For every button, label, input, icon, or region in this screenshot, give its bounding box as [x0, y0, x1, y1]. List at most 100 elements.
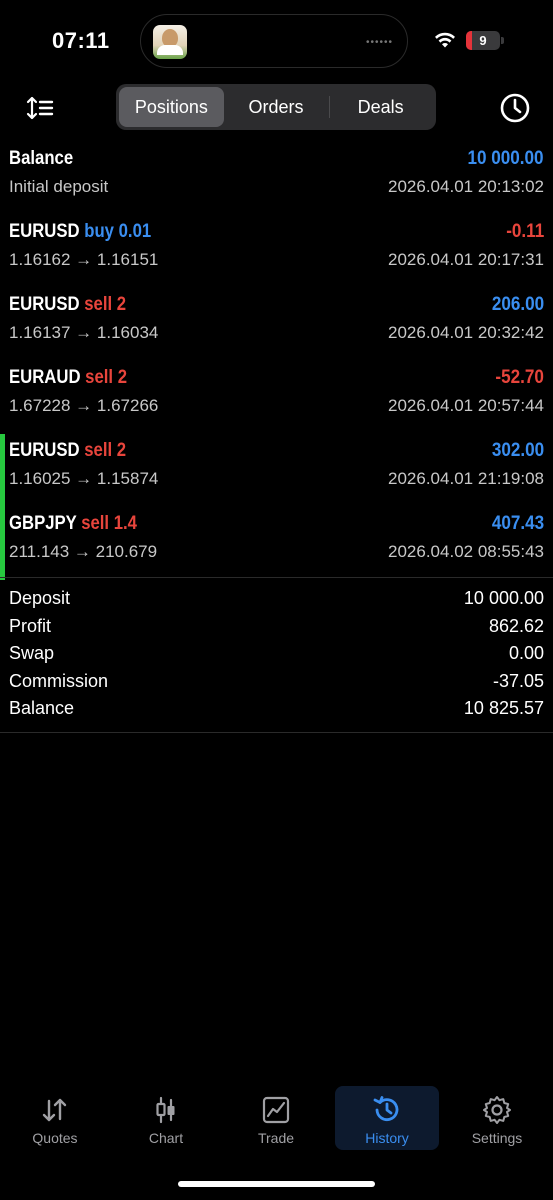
- summary-value: 10 825.57: [463, 698, 544, 719]
- island-dots: ••••••: [365, 37, 393, 48]
- deal-volume: 2: [116, 294, 127, 315]
- deal-side: sell: [81, 513, 110, 534]
- home-indicator[interactable]: [178, 1181, 375, 1187]
- tab-quotes[interactable]: Quotes: [3, 1086, 107, 1150]
- deal-title: EURAUD sell 2: [9, 367, 127, 389]
- deal-symbol: GBPJPY: [9, 513, 77, 534]
- deal-prices: 1.16162 → 1.16151: [9, 250, 159, 269]
- deal-title: EURUSD sell 2: [9, 294, 126, 316]
- deal-amount: -0.11: [505, 221, 544, 242]
- tab-history[interactable]: History: [335, 1086, 439, 1150]
- history-summary: Deposit 10 000.00 Profit 862.62 Swap 0.0…: [0, 577, 553, 733]
- status-time: 07:11: [52, 28, 110, 53]
- deal-symbol: EURAUD: [9, 367, 81, 388]
- tab-quotes-label: Quotes: [32, 1130, 78, 1146]
- deal-time: 2026.04.01 20:57:44: [388, 396, 544, 415]
- tab-settings[interactable]: Settings: [445, 1086, 549, 1150]
- deal-title: EURUSD sell 2: [9, 440, 126, 462]
- gear-icon: [483, 1096, 511, 1124]
- history-toolbar: Positions Orders Deals: [0, 84, 553, 132]
- summary-value: 0.00: [508, 643, 544, 664]
- tab-positions[interactable]: Positions: [119, 87, 224, 127]
- tab-orders[interactable]: Orders: [224, 87, 329, 127]
- deal-symbol: EURUSD: [9, 294, 80, 315]
- segment-divider: [329, 96, 330, 118]
- wifi-icon: [435, 32, 455, 48]
- tab-deals[interactable]: Deals: [328, 87, 433, 127]
- live-activity-avatar: [153, 25, 187, 59]
- bottom-tab-bar: Quotes Chart Trade History Settings: [0, 1086, 553, 1150]
- deal-prices: 1.67228 → 1.67266: [9, 396, 159, 415]
- deal-time: 2026.04.01 20:17:31: [388, 250, 544, 269]
- list-item[interactable]: EURUSD buy 0.01 -0.11 1.16162 → 1.16151 …: [0, 215, 553, 288]
- deal-amount: 206.00: [491, 294, 544, 315]
- deal-time: 2026.04.01 21:19:08: [388, 469, 544, 488]
- deal-amount: 302.00: [491, 440, 544, 461]
- list-item[interactable]: EURUSD sell 2 206.00 1.16137 → 1.16034 2…: [0, 288, 553, 361]
- deal-time: 2026.04.01 20:13:02: [388, 177, 544, 196]
- summary-row-deposit: Deposit 10 000.00: [9, 586, 544, 614]
- battery-icon: 9: [466, 31, 500, 50]
- quotes-icon: [42, 1098, 67, 1122]
- deal-side: sell: [85, 367, 114, 388]
- deal-volume: 2: [116, 440, 127, 461]
- deal-prices: 211.143 → 210.679: [9, 542, 158, 561]
- summary-value: 10 000.00: [463, 588, 544, 608]
- list-item[interactable]: EURUSD sell 2 302.00 1.16025 → 1.15874 2…: [0, 434, 553, 507]
- tab-positions-label: Positions: [134, 96, 208, 117]
- tab-trade[interactable]: Trade: [224, 1086, 328, 1150]
- deal-side: sell: [84, 294, 113, 315]
- deal-time: 2026.04.02 08:55:43: [388, 542, 544, 561]
- deal-prices: 1.16025 → 1.15874: [9, 469, 159, 488]
- summary-label: Commission: [9, 670, 109, 691]
- summary-row-swap: Swap 0.00: [9, 641, 544, 669]
- candlestick-icon: [156, 1096, 175, 1124]
- deal-title: GBPJPY sell 1.4: [9, 513, 137, 535]
- list-item[interactable]: EURAUD sell 2 -52.70 1.67228 → 1.67266 2…: [0, 361, 553, 434]
- deal-symbol: EURUSD: [9, 440, 80, 461]
- history-segmented-control: Positions Orders Deals: [116, 84, 436, 130]
- summary-value: -37.05: [492, 670, 544, 691]
- deal-title: EURUSD buy 0.01: [9, 221, 151, 243]
- summary-label: Profit: [9, 615, 52, 636]
- tab-settings-label: Settings: [471, 1130, 523, 1146]
- period-button[interactable]: [499, 92, 531, 124]
- summary-row-balance: Balance 10 825.57: [9, 696, 544, 724]
- summary-row-commission: Commission -37.05: [9, 669, 544, 697]
- deal-symbol: Balance: [9, 148, 74, 169]
- deal-amount: -52.70: [495, 367, 544, 388]
- summary-value: 862.62: [488, 615, 544, 636]
- list-item[interactable]: Balance 10 000.00 Initial deposit 2026.0…: [0, 142, 553, 215]
- deal-side: sell: [84, 440, 113, 461]
- trade-chart-icon: [262, 1096, 290, 1124]
- deal-side: buy: [84, 221, 114, 242]
- tab-deals-label: Deals: [357, 96, 404, 117]
- battery-tip: [501, 37, 504, 44]
- sort-button[interactable]: [24, 92, 56, 124]
- tab-chart-label: Chart: [148, 1130, 184, 1146]
- clock-icon: [500, 93, 530, 123]
- summary-row-profit: Profit 862.62: [9, 614, 544, 642]
- deal-comment: Initial deposit: [9, 177, 109, 196]
- summary-label: Balance: [9, 698, 75, 719]
- deals-list: Balance 10 000.00 Initial deposit 2026.0…: [0, 142, 553, 580]
- tab-chart[interactable]: Chart: [114, 1086, 218, 1150]
- status-bar: 07:11 •••••• 9: [0, 0, 553, 80]
- sort-icon: [26, 96, 54, 120]
- deal-volume: 1.4: [113, 513, 137, 534]
- history-icon: [373, 1096, 399, 1122]
- deal-symbol: EURUSD: [9, 221, 80, 242]
- deal-volume: 0.01: [118, 221, 152, 242]
- summary-label: Deposit: [9, 588, 71, 608]
- deal-volume: 2: [117, 367, 128, 388]
- summary-label: Swap: [9, 643, 55, 664]
- list-item[interactable]: GBPJPY sell 1.4 407.43 211.143 → 210.679…: [0, 507, 553, 580]
- deal-prices: 1.16137 → 1.16034: [9, 323, 159, 342]
- tab-history-label: History: [365, 1130, 409, 1146]
- battery-level: 9: [479, 33, 487, 48]
- deal-amount: 407.43: [491, 513, 544, 534]
- tab-orders-label: Orders: [248, 96, 304, 117]
- deal-amount: 10 000.00: [467, 148, 544, 169]
- deal-time: 2026.04.01 20:32:42: [388, 323, 544, 342]
- dynamic-island[interactable]: ••••••: [140, 14, 408, 68]
